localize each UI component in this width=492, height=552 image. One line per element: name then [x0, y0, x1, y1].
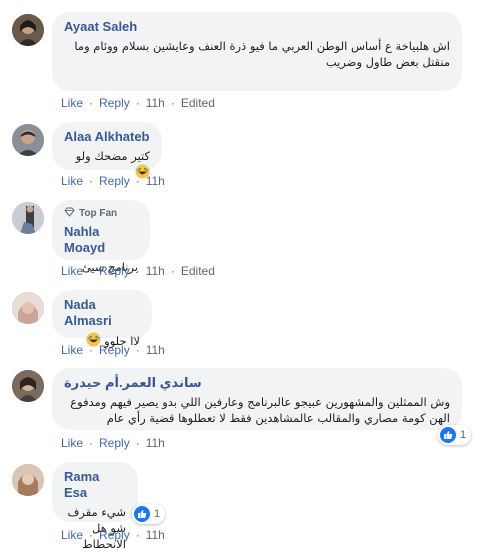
reply-link[interactable]: Reply: [99, 174, 130, 188]
avatar[interactable]: [12, 202, 44, 234]
comment-author[interactable]: Alaa Alkhateb: [64, 129, 150, 145]
comment-author[interactable]: Nada Almasri: [64, 297, 140, 329]
avatar[interactable]: [12, 124, 44, 156]
like-link[interactable]: Like: [61, 343, 83, 357]
like-link[interactable]: Like: [61, 174, 83, 188]
comment-author[interactable]: Nahla Moayd: [64, 224, 138, 256]
comment-bubble: Ayaat Saleh اش هلبياخة ع أساس الوطن العر…: [52, 12, 462, 91]
reply-link[interactable]: Reply: [99, 528, 130, 542]
reply-link[interactable]: Reply: [99, 96, 130, 110]
comment-bubble: Alaa Alkhateb كتير مضحك ولو: [52, 122, 162, 179]
reply-link[interactable]: Reply: [99, 343, 130, 357]
timestamp[interactable]: 11h: [146, 436, 165, 450]
thumbs-up-icon: [440, 427, 456, 443]
comment-actions: Like · Reply · 11h: [61, 174, 165, 188]
comment-bubble: ساندي العمر.أم حيدرة وش الممثلين والمشهو…: [52, 368, 462, 430]
timestamp[interactable]: 11h: [146, 343, 165, 357]
like-link[interactable]: Like: [61, 436, 83, 450]
timestamp[interactable]: 11h: [146, 528, 165, 542]
timestamp[interactable]: 11h: [146, 264, 165, 278]
reply-link[interactable]: Reply: [99, 264, 130, 278]
reaction-count[interactable]: 1: [438, 425, 472, 445]
comment-text-value: كتير مضحك ولو: [75, 149, 150, 163]
avatar[interactable]: [12, 370, 44, 402]
edited-label[interactable]: Edited: [181, 96, 215, 110]
comment-author[interactable]: Rama Esa: [64, 469, 126, 501]
edited-label[interactable]: Edited: [181, 264, 215, 278]
comment-actions: Like · Reply · 11h: [61, 343, 165, 357]
reply-link[interactable]: Reply: [99, 436, 130, 450]
reaction-count-value: 1: [154, 508, 161, 520]
timestamp[interactable]: 11h: [146, 96, 165, 110]
comment-author[interactable]: ساندي العمر.أم حيدرة: [64, 375, 450, 391]
like-link[interactable]: Like: [61, 264, 83, 278]
thumbs-up-icon: [134, 506, 150, 522]
reaction-count[interactable]: 1: [132, 504, 166, 524]
diamond-icon: [64, 207, 75, 221]
comment-actions: Like · Reply · 11h · Edited: [61, 264, 215, 278]
avatar[interactable]: [12, 14, 44, 46]
timestamp[interactable]: 11h: [146, 174, 165, 188]
comment-text: اش هلبياخة ع أساس الوطن العربي ما فيو ذر…: [74, 39, 450, 69]
comment-actions: Like · Reply · 11h · Edited: [61, 96, 215, 110]
comment-actions: Like · Reply · 11h: [61, 436, 165, 450]
top-fan-label: Top Fan: [79, 208, 118, 219]
like-link[interactable]: Like: [61, 96, 83, 110]
like-link[interactable]: Like: [61, 528, 83, 542]
comment-author[interactable]: Ayaat Saleh: [64, 19, 450, 35]
comment-bubble: Nada Almasri لاا حلوو: [52, 290, 152, 348]
comment-actions: Like · Reply · 11h: [61, 528, 165, 542]
avatar[interactable]: [12, 464, 44, 496]
comment-bubble: Top Fan Nahla Moayd برنامج سيئ: [52, 200, 150, 274]
top-fan-badge: Top Fan: [64, 207, 138, 221]
comment-text-line: شيء مقرف: [67, 505, 126, 519]
avatar[interactable]: [12, 292, 44, 324]
reaction-count-value: 1: [460, 429, 467, 441]
comment-bubble: Rama Esa شيء مقرف شو هل الانحطاط: [52, 462, 138, 551]
comment-text: وش الممثلين والمشهورين عبيجو عالبرنامج و…: [70, 395, 450, 425]
